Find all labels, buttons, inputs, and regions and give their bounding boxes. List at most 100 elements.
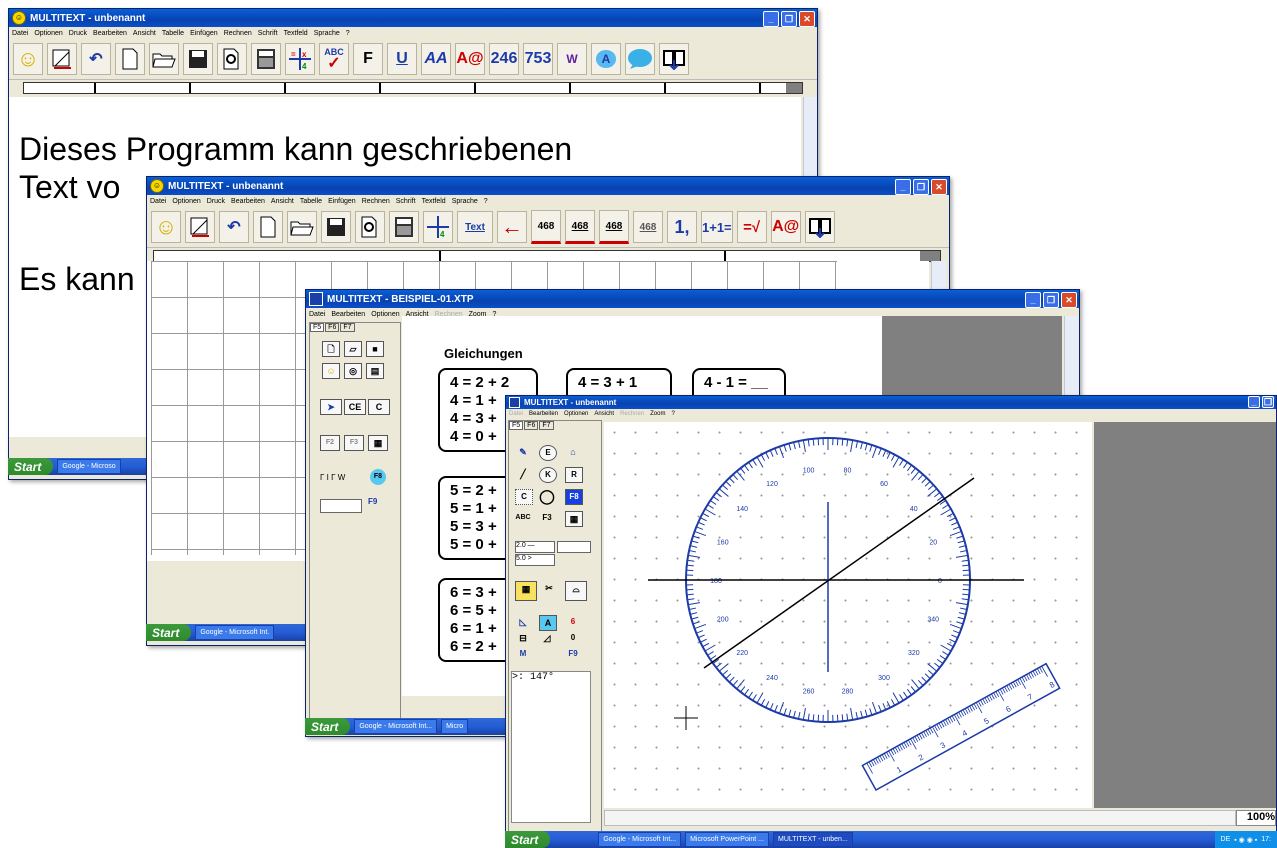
menu-datei[interactable]: Datei [150,198,166,205]
size-stepper[interactable] [320,499,362,513]
f8-button[interactable]: F8 [565,489,583,505]
new-doc-icon[interactable] [115,43,145,75]
print-preview-icon[interactable]: ◎ [344,363,362,379]
maximize-button[interactable]: ❐ [913,179,929,195]
menu-ansicht[interactable]: Ansicht [594,411,614,417]
menu-tabelle[interactable]: Tabelle [300,198,322,205]
menu-druck[interactable]: Druck [69,30,87,37]
tab-f6[interactable]: F6 [524,421,539,430]
close-button[interactable]: ✕ [1061,292,1077,308]
menu-rechnen[interactable]: Rechnen [362,198,390,205]
circle-icon[interactable]: ◯ [539,489,555,503]
task-google[interactable]: Google - Microsoft Int. [195,625,275,640]
number-468-c-button[interactable]: 468 [599,210,629,244]
e-button[interactable]: E [539,445,557,461]
f9-button[interactable]: F9 [368,497,377,506]
f3-button[interactable]: F3 [539,511,555,525]
menu-rechnen[interactable]: Rechnen [224,30,252,37]
menu-help[interactable]: ? [671,411,674,417]
grid-icon[interactable]: ▦ [515,581,537,601]
f3-button[interactable]: F3 [344,435,364,451]
speech-bubble-icon[interactable] [625,43,655,75]
save-icon[interactable] [183,43,213,75]
start-button[interactable]: Start [305,718,351,735]
menu-bearbeiten[interactable]: Bearbeiten [93,30,127,37]
maximize-button[interactable]: ❐ [781,11,797,27]
menu-textfeld[interactable]: Textfeld [422,198,446,205]
tab-f5[interactable]: F5 [509,421,524,430]
math-grid-icon[interactable]: 4 [423,211,453,243]
number-468-d-button[interactable]: 468 [633,211,663,243]
font-size-button[interactable]: AA [421,43,451,75]
font-a-button[interactable]: A [539,615,557,631]
text-button[interactable]: Text [457,211,493,243]
drawing-canvas[interactable]: 100 80 120 60 140 40 160 20 180 0 200 340 220 320 240 3… [604,422,1092,808]
book-icon[interactable] [659,43,689,75]
task-powerpoint[interactable]: Microsoft PowerPoint ... [685,832,770,847]
minimize-button[interactable]: _ [763,11,779,27]
number-468-a-button[interactable]: 468 [531,210,561,244]
maximize-button[interactable]: ❐ [1043,292,1059,308]
menu-datei[interactable]: Datei [509,411,523,417]
menu-tabelle[interactable]: Tabelle [162,30,184,37]
highlight-w-button[interactable]: W [557,43,587,75]
close-button[interactable]: ✕ [931,179,947,195]
tab-f6[interactable]: F6 [325,323,340,332]
start-button[interactable]: Start [505,831,551,848]
menu-bearbeiten[interactable]: Bearbeiten [529,411,558,417]
menu-optionen[interactable]: Optionen [371,311,399,318]
math-grid-icon[interactable]: = x 4 [285,43,315,75]
task-google[interactable]: Google - Microsoft Int... [354,719,438,734]
start-button[interactable]: Start [8,458,54,475]
k-button[interactable]: K [539,467,557,483]
arrow-right-icon[interactable]: ➤ [320,399,342,415]
print-preview-icon[interactable] [355,211,385,243]
undo-icon[interactable]: ↶ [219,211,249,243]
line-icon[interactable]: ╱ [515,467,531,481]
menu-ansicht[interactable]: Ansicht [271,198,294,205]
menu-textfeld[interactable]: Textfeld [284,30,308,37]
f8-button[interactable]: F8 [370,469,386,485]
tab-f5[interactable]: F5 [310,323,325,332]
eraser-icon[interactable]: ⌂ [565,445,581,459]
open-folder-icon[interactable] [287,211,317,243]
menu-einfuegen[interactable]: Einfügen [328,198,356,205]
angle-tool-icon[interactable]: ✂ [541,581,557,595]
ruler-triangle-icon[interactable] [47,43,77,75]
maximize-button[interactable]: ❐ [1262,396,1274,408]
ruler-triangle-icon[interactable] [185,211,215,243]
line-style-select[interactable] [557,541,591,553]
menu-sprache[interactable]: Sprache [452,198,478,205]
checkbox-row[interactable]: Γ I Γ W [320,473,345,482]
calculator-icon[interactable] [251,43,281,75]
menu-einfuegen[interactable]: Einfügen [190,30,218,37]
title-bar[interactable]: ☺ MULTITEXT - unbenannt _ ❐ ✕ [147,177,949,195]
menu-schrift[interactable]: Schrift [396,198,416,205]
arrow-left-icon[interactable]: ← [497,211,527,243]
calculator-icon[interactable]: ▦ [565,511,583,527]
bold-button[interactable]: F [353,43,383,75]
minimize-button[interactable]: _ [1025,292,1041,308]
menu-ansicht[interactable]: Ansicht [133,30,156,37]
book-icon[interactable] [804,211,835,243]
root-button[interactable]: =√ [736,211,767,243]
title-bar[interactable]: MULTITEXT - BEISPIEL-01.XTP _ ❐ ✕ [306,290,1079,308]
highlight-a-button[interactable]: A [591,43,621,75]
c-button[interactable]: C [368,399,390,415]
menu-zoom[interactable]: Zoom [650,411,665,417]
number-468-b-button[interactable]: 468 [565,210,595,244]
c-select-button[interactable]: C [515,489,533,505]
print-preview-icon[interactable] [217,43,247,75]
plus-6-button[interactable]: 6 [565,615,581,629]
menu-datei[interactable]: Datei [309,311,325,318]
f9-button[interactable]: F9 [565,647,581,661]
menu-rechnen[interactable]: Rechnen [620,411,644,417]
language-indicator[interactable]: DE [1221,836,1231,843]
spellcheck-icon[interactable]: ABC ✓ [319,43,349,75]
triangle-tool-icon[interactable]: ◺ [515,615,531,629]
menu-help[interactable]: ? [484,198,488,205]
zoom-display[interactable]: 100% [1236,810,1276,826]
menu-datei[interactable]: Datei [12,30,28,37]
minimize-button[interactable]: _ [1248,396,1260,408]
ruler-tool-icon[interactable]: ⊟ [515,631,531,645]
